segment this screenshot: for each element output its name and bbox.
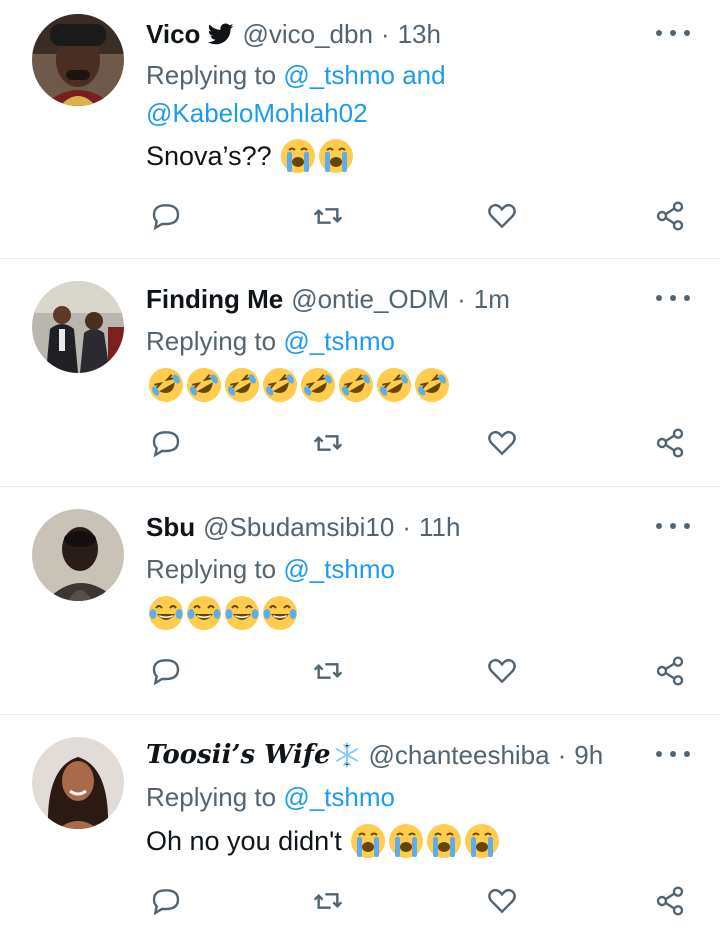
mention-link[interactable]: @_tshmo [283,554,395,584]
more-options-icon[interactable] [656,20,690,46]
tweet-header: Sbu @Sbudamsibi10 · 11h [146,511,460,543]
tweet-header: Finding Me @ontie_ODM · 1m [146,283,510,315]
display-name[interactable]: Vico [146,19,200,50]
retweet-icon[interactable] [308,881,348,921]
separator-dot: · [457,283,466,314]
tweet[interactable]: Toosii’s Wife @chanteeshiba · 9h Replyin… [0,715,720,939]
rolling-on-floor-laughing-icon [414,367,450,403]
tweet-header: Toosii’s Wife @chanteeshiba · 9h [146,739,603,771]
loudly-crying-face-icon [350,823,386,859]
reply-icon[interactable] [146,651,186,691]
more-options-icon[interactable] [656,513,690,539]
face-with-tears-of-joy-icon [224,595,260,631]
more-options-icon[interactable] [656,741,690,767]
replying-to: Replying to @_tshmo and [146,60,446,91]
display-name[interactable]: Finding Me [146,284,283,315]
tweet-actions [0,423,720,463]
snowflake-icon [333,741,361,769]
replying-prefix: Replying to [146,60,277,90]
rolling-on-floor-laughing-icon [262,367,298,403]
tweet-text: Snova’s?? [146,136,354,176]
replying-prefix: Replying to [146,782,277,812]
rolling-on-floor-laughing-icon [338,367,374,403]
tweet-text [146,365,450,405]
retweet-icon[interactable] [308,651,348,691]
avatar[interactable] [32,509,124,601]
rolling-on-floor-laughing-icon [224,367,260,403]
handle[interactable]: @vico_dbn [242,19,372,50]
mention-link[interactable]: @_tshmo [283,60,395,90]
rolling-on-floor-laughing-icon [300,367,336,403]
replying-prefix: Replying to [146,554,277,584]
face-with-tears-of-joy-icon [186,595,222,631]
reply-icon[interactable] [146,881,186,921]
tweet-text-content: Oh no you didn't [146,825,342,856]
face-with-tears-of-joy-icon [148,595,184,631]
tweet-text: Oh no you didn't [146,821,500,861]
avatar[interactable] [32,281,124,373]
like-icon[interactable] [482,651,522,691]
tweet-actions [0,651,720,691]
loudly-crying-face-icon [426,823,462,859]
timestamp[interactable]: 9h [574,740,603,771]
bird-icon [208,21,235,47]
retweet-icon[interactable] [308,423,348,463]
reply-icon[interactable] [146,423,186,463]
more-options-icon[interactable] [656,285,690,311]
tweet-header: Vico @vico_dbn · 13h [146,18,441,50]
replying-to: Replying to @_tshmo [146,326,395,357]
loudly-crying-face-icon [318,138,354,174]
avatar[interactable] [32,14,124,106]
timestamp[interactable]: 13h [398,19,441,50]
handle[interactable]: @chanteeshiba [369,740,550,771]
share-icon[interactable] [650,423,690,463]
retweet-icon[interactable] [308,196,348,236]
share-icon[interactable] [650,881,690,921]
display-name[interactable]: Sbu [146,512,195,543]
tweet-actions [0,881,720,921]
share-icon[interactable] [650,651,690,691]
separator-dot: · [402,511,411,542]
mention-link[interactable]: @KabeloMohlah02 [146,98,368,129]
like-icon[interactable] [482,881,522,921]
replying-to: Replying to @_tshmo [146,554,395,585]
face-with-tears-of-joy-icon [262,595,298,631]
tweet-text-content: Snova’s?? [146,140,272,171]
avatar[interactable] [32,737,124,829]
replying-to: Replying to @_tshmo [146,782,395,813]
tweet[interactable]: Vico @vico_dbn · 13h Replying to @_tshmo… [0,0,720,262]
rolling-on-floor-laughing-icon [376,367,412,403]
display-name[interactable]: Toosii’s Wife [146,740,331,770]
mention-link[interactable]: @_tshmo [283,782,395,812]
mention-link[interactable]: @_tshmo [283,326,395,356]
handle[interactable]: @ontie_ODM [291,284,449,315]
timestamp[interactable]: 1m [474,284,510,315]
reply-icon[interactable] [146,196,186,236]
loudly-crying-face-icon [464,823,500,859]
like-icon[interactable] [482,196,522,236]
tweet[interactable]: Finding Me @ontie_ODM · 1m Replying to @… [0,259,720,487]
loudly-crying-face-icon [388,823,424,859]
replying-prefix: Replying to [146,326,277,356]
separator-dot: · [557,739,567,770]
and-link[interactable]: and [402,60,445,90]
rolling-on-floor-laughing-icon [148,367,184,403]
tweet-actions [0,196,720,236]
separator-dot: · [380,18,390,49]
tweet-text [146,593,298,633]
timestamp[interactable]: 11h [419,512,460,543]
share-icon[interactable] [650,196,690,236]
like-icon[interactable] [482,423,522,463]
tweet[interactable]: Sbu @Sbudamsibi10 · 11h Replying to @_ts… [0,487,720,715]
handle[interactable]: @Sbudamsibi10 [203,512,394,543]
rolling-on-floor-laughing-icon [186,367,222,403]
loudly-crying-face-icon [280,138,316,174]
